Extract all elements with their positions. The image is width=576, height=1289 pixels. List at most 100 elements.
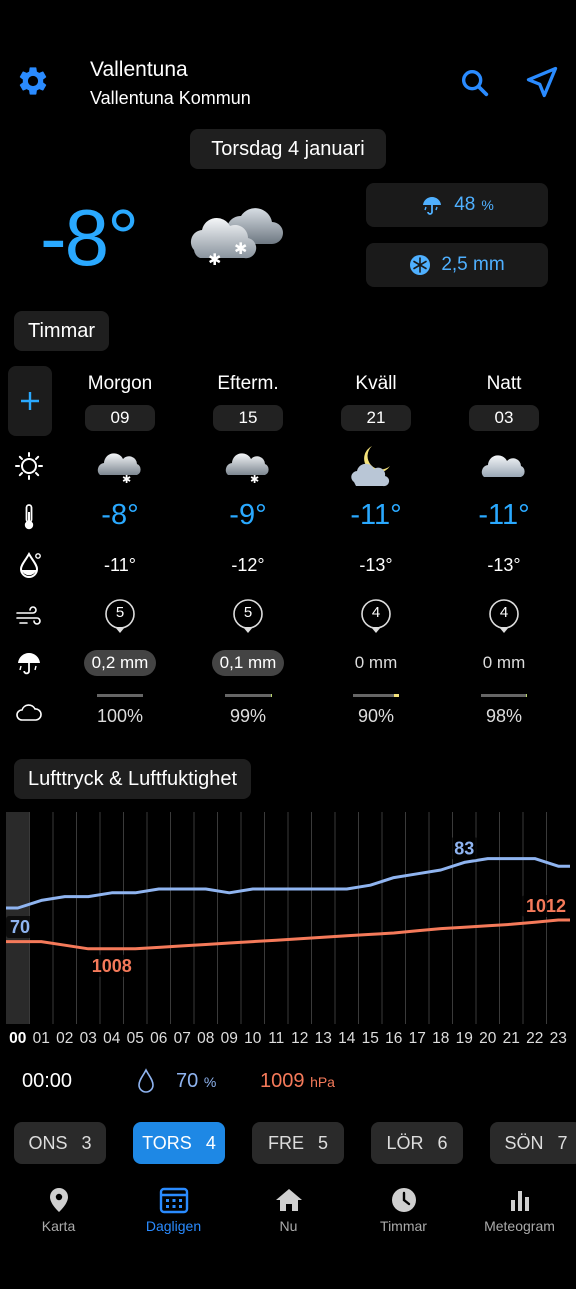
hour-tick-label[interactable]: 13 bbox=[315, 1030, 332, 1048]
precip-probability-box[interactable]: 48 % bbox=[366, 183, 548, 227]
period-hour[interactable]: 15 bbox=[213, 405, 283, 431]
hour-tick-label[interactable]: 03 bbox=[80, 1030, 97, 1048]
precip-probability-value: 48 bbox=[454, 194, 476, 215]
period-name: Natt bbox=[486, 373, 522, 394]
day-number: 3 bbox=[81, 1132, 92, 1153]
period-name: Kväll bbox=[355, 373, 397, 394]
pressure-humidity-chart[interactable]: 70 83 1008 1012 bbox=[6, 812, 570, 1024]
hour-tick-label[interactable]: 16 bbox=[385, 1030, 402, 1048]
readout-time: 00:00 bbox=[22, 1070, 73, 1092]
day-number: 4 bbox=[205, 1132, 216, 1153]
svg-text:✱: ✱ bbox=[208, 250, 221, 268]
period-wind: 4 bbox=[439, 597, 569, 637]
precip-probability-unit: % bbox=[481, 197, 494, 213]
tab-timmar[interactable]: Timmar bbox=[346, 1186, 461, 1234]
cloud-snow-icon: ✱ bbox=[92, 445, 148, 490]
precip-amount-value: 2,5 mm bbox=[441, 254, 505, 275]
moon-cloud-icon bbox=[348, 442, 404, 493]
rain-amount: 0,2 mm bbox=[83, 650, 157, 676]
cloud-cover-bar bbox=[183, 694, 313, 698]
wind-icon bbox=[16, 606, 41, 625]
calendar-icon bbox=[116, 1186, 231, 1218]
day-button[interactable]: FRE 5 bbox=[252, 1122, 344, 1164]
rain-amount: 0 mm bbox=[354, 653, 398, 672]
period-hour[interactable]: 03 bbox=[469, 405, 539, 431]
cloud-cover-bar bbox=[311, 694, 441, 698]
tab-dagligen[interactable]: Dagligen bbox=[116, 1186, 231, 1234]
period-hour[interactable]: 09 bbox=[85, 405, 155, 431]
period-icon-cell bbox=[439, 446, 569, 488]
expand-plus-button[interactable] bbox=[8, 366, 52, 436]
hour-tick-label[interactable]: 01 bbox=[33, 1030, 50, 1048]
tab-meteogram[interactable]: Meteogram bbox=[462, 1186, 576, 1234]
map-pin-icon bbox=[1, 1186, 116, 1218]
period-temperature: -11° bbox=[350, 499, 402, 531]
location-municipality: Vallentuna Kommun bbox=[90, 88, 251, 108]
hour-tick-label[interactable]: 06 bbox=[150, 1030, 167, 1048]
tab-nu[interactable]: Nu bbox=[231, 1186, 346, 1234]
precip-amount-box[interactable]: 2,5 mm bbox=[366, 243, 548, 287]
cloud-cover-bar bbox=[439, 694, 569, 698]
day-number: 5 bbox=[317, 1132, 328, 1153]
feels-like-drop-icon bbox=[19, 551, 41, 578]
hour-tick-label[interactable]: 19 bbox=[456, 1030, 473, 1048]
series-data-label: 1008 bbox=[92, 956, 132, 976]
cloud-outline-icon bbox=[16, 704, 42, 721]
hour-tick-label[interactable]: 09 bbox=[221, 1030, 238, 1048]
section-hours-title[interactable]: Timmar bbox=[14, 311, 110, 351]
cloud-cover-clear-segment bbox=[526, 694, 527, 697]
day-button[interactable]: LÖR 6 bbox=[371, 1122, 463, 1164]
rain-amount: 0,1 mm bbox=[211, 650, 285, 676]
section-pressure-humidity-title[interactable]: Lufttryck & Luftfuktighet bbox=[14, 759, 251, 799]
day-button[interactable]: TORS 4 bbox=[133, 1122, 225, 1164]
hour-tick-label[interactable]: 18 bbox=[432, 1030, 449, 1048]
location-name[interactable]: Vallentuna bbox=[90, 58, 188, 82]
chart-hour-axis: 00 01 02 03 04 05 06 07 08 09 10 11 12 13 14 15 16 17 18 19… bbox=[6, 1030, 570, 1050]
day-name: SÖN bbox=[504, 1132, 544, 1153]
period-icon-cell: ✱ bbox=[183, 446, 313, 488]
cloud-cover-bar-track bbox=[97, 694, 143, 697]
period-hour[interactable]: 21 bbox=[341, 405, 411, 431]
readout-pressure-value: 1009 bbox=[260, 1070, 305, 1092]
hour-tick-label[interactable]: 05 bbox=[127, 1030, 144, 1048]
hour-tick-label[interactable]: 12 bbox=[291, 1030, 308, 1048]
series-data-label: 70 bbox=[10, 917, 30, 937]
hour-tick-label[interactable]: 11 bbox=[268, 1030, 284, 1048]
hour-tick-label[interactable]: 22 bbox=[526, 1030, 543, 1048]
sun-icon bbox=[15, 452, 43, 480]
wind-direction-icon: 4 bbox=[359, 597, 393, 637]
cloud-cover-bar-track bbox=[353, 694, 399, 697]
period-temperature: -8° bbox=[101, 499, 139, 531]
date-label[interactable]: Torsdag 4 januari bbox=[190, 129, 386, 169]
hour-tick-label[interactable]: 07 bbox=[174, 1030, 191, 1048]
day-button[interactable]: ONS 3 bbox=[14, 1122, 106, 1164]
hour-tick-label[interactable]: 20 bbox=[479, 1030, 496, 1048]
hour-tick-label[interactable]: 15 bbox=[362, 1030, 379, 1048]
hour-tick-label[interactable]: 08 bbox=[197, 1030, 214, 1048]
search-icon[interactable] bbox=[458, 66, 492, 100]
readout-pressure-unit: hPa bbox=[310, 1074, 335, 1090]
hour-tick-label[interactable]: 00 bbox=[9, 1030, 26, 1048]
readout-humidity-value: 70 bbox=[176, 1070, 199, 1092]
day-number: 6 bbox=[437, 1132, 448, 1153]
day-name: LÖR bbox=[386, 1132, 424, 1153]
period-feels-like: -13° bbox=[487, 555, 521, 575]
hour-tick-label[interactable]: 04 bbox=[103, 1030, 120, 1048]
hour-tick-label[interactable]: 10 bbox=[244, 1030, 261, 1048]
day-button[interactable]: SÖN 7 bbox=[490, 1122, 576, 1164]
series-data-label: 83 bbox=[454, 838, 474, 858]
hour-tick-label[interactable]: 23 bbox=[550, 1030, 567, 1048]
cloud-cover-clear-segment bbox=[394, 694, 399, 697]
settings-gear-icon[interactable] bbox=[16, 64, 50, 98]
hour-tick-label[interactable]: 14 bbox=[338, 1030, 355, 1048]
svg-text:✱: ✱ bbox=[250, 473, 259, 485]
current-temperature: -8° bbox=[40, 193, 139, 282]
hour-tick-label[interactable]: 02 bbox=[56, 1030, 73, 1048]
tab-karta[interactable]: Karta bbox=[1, 1186, 116, 1234]
humidity-drop-icon bbox=[138, 1068, 154, 1093]
hour-tick-label[interactable]: 21 bbox=[503, 1030, 520, 1048]
period-icon-cell bbox=[311, 445, 441, 488]
period-rain: 0,2 mm bbox=[55, 650, 185, 676]
hour-tick-label[interactable]: 17 bbox=[409, 1030, 426, 1048]
location-arrow-icon[interactable] bbox=[524, 64, 560, 100]
